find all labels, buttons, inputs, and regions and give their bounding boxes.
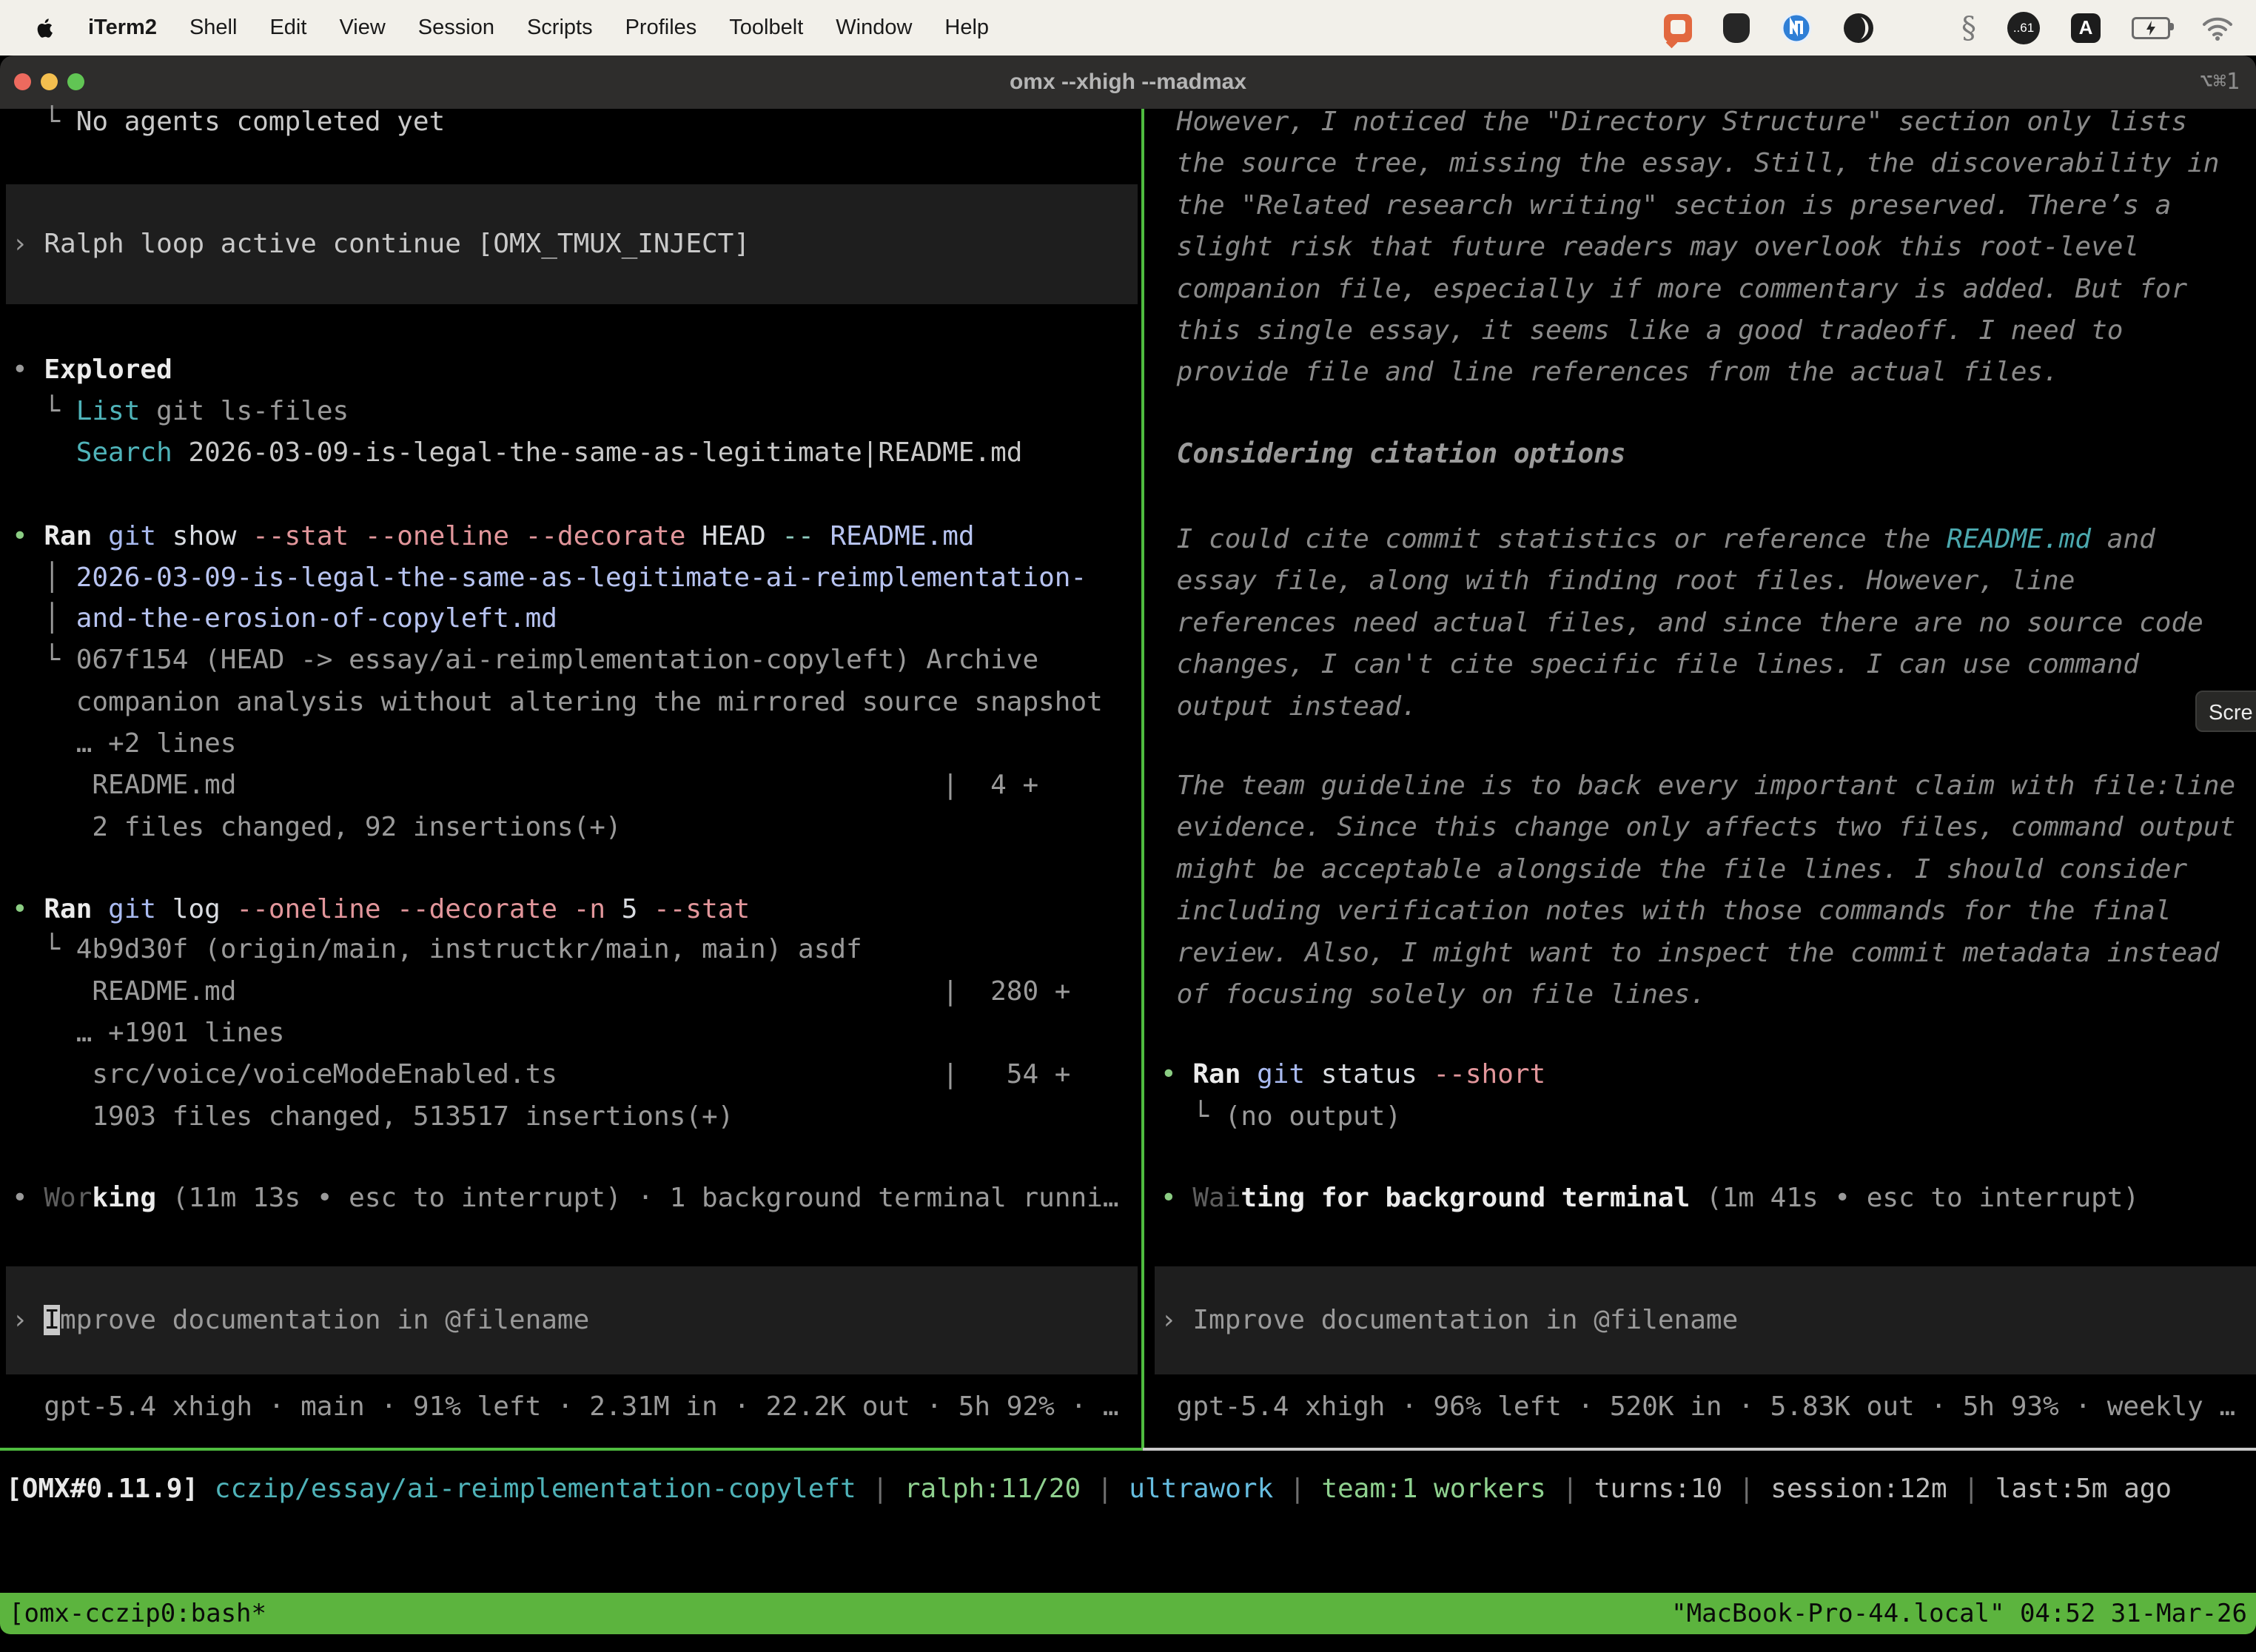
terminal-line: companion analysis without altering the …: [12, 682, 1141, 723]
terminal-line: README.md | 280 +: [12, 971, 1141, 1013]
terminal-line: 1903 files changed, 513517 insertions(+): [12, 1096, 1141, 1138]
terminal-line: might be acceptable alongside the file l…: [1161, 849, 2256, 890]
terminal-line: │ 2026-03-09-is-legal-the-same-as-legiti…: [12, 557, 1141, 599]
terminal-line: slight risk that future readers may over…: [1161, 226, 2256, 268]
terminal-line: └ 4b9d30f (origin/main, instructkr/main,…: [12, 929, 1141, 970]
terminal-line: evidence. Since this change only affects…: [1161, 807, 2256, 848]
terminal-line: references need actual files, and since …: [1161, 602, 2256, 644]
terminal-line: └ No agents completed yet: [12, 101, 1141, 143]
terminal-line: 2 files changed, 92 insertions(+): [12, 807, 1141, 848]
terminal-line: review. Also, I might want to inspect th…: [1161, 933, 2256, 974]
terminal-line: I could cite commit statistics or refere…: [1161, 519, 2256, 560]
terminal-line: essay file, along with finding root file…: [1161, 560, 2256, 602]
terminal-pane-left[interactable]: └ No agents completed yet › Ralph loop ac…: [0, 0, 1141, 1652]
terminal-line: • Waiting for background terminal (1m 41…: [1161, 1178, 2256, 1219]
omx-status-line: [OMX#0.11.9] cczip/essay/ai-reimplementa…: [0, 1468, 2256, 1510]
terminal-line: changes, I can't cite specific file line…: [1161, 644, 2256, 685]
screen-tooltip: Scre: [2195, 691, 2256, 732]
terminal-line: Search 2026-03-09-is-legal-the-same-as-l…: [12, 432, 1141, 474]
terminal-line: • Ran git status --short: [1161, 1054, 2256, 1095]
pane-divider-vertical[interactable]: [1141, 109, 1144, 1448]
tmux-status-bar: [omx-cczip0:bash* "MacBook-Pro-44.local"…: [0, 1593, 2256, 1634]
terminal-line: • Working (11m 13s • esc to interrupt) ·…: [12, 1178, 1141, 1219]
terminal-line: └ (no output): [1161, 1096, 2256, 1138]
terminal-line: output instead.: [1161, 686, 2256, 728]
terminal-line: … +2 lines: [12, 723, 1141, 765]
terminal-line: … +1901 lines: [12, 1013, 1141, 1054]
terminal-line: └ List git ls-files: [12, 391, 1141, 432]
terminal-line: └ 067f154 (HEAD -> essay/ai-reimplementa…: [12, 639, 1141, 681]
pane-border-bottom-left: [0, 1448, 1143, 1451]
terminal-line: the source tree, missing the essay. Stil…: [1161, 143, 2256, 184]
terminal-line: However, I noticed the "Directory Struct…: [1161, 101, 2256, 143]
terminal-line: this single essay, it seems like a good …: [1161, 310, 2256, 352]
terminal-line: gpt-5.4 xhigh · main · 91% left · 2.31M …: [12, 1386, 1141, 1428]
terminal-line: the "Related research writing" section i…: [1161, 185, 2256, 226]
terminal-line: including verification notes with those …: [1161, 890, 2256, 932]
terminal-line: gpt-5.4 xhigh · 96% left · 520K in · 5.8…: [1161, 1386, 2256, 1428]
terminal-line: of focusing solely on file lines.: [1161, 974, 2256, 1015]
terminal-line: README.md | 4 +: [12, 765, 1141, 806]
terminal-line: • Ran git show --stat --oneline --decora…: [12, 516, 1141, 557]
terminal-line: provide file and line references from th…: [1161, 352, 2256, 393]
tmux-window-label[interactable]: [omx-cczip0:bash*: [9, 1593, 266, 1634]
screen: iTerm2 ShellEditViewSessionScriptsProfil…: [0, 0, 2256, 1652]
tmux-host-clock: "MacBook-Pro-44.local" 04:52 31-Mar-26: [1671, 1593, 2247, 1634]
prompt-input[interactable]: › Improve documentation in @filename: [6, 1266, 1138, 1374]
ralph-loop-banner[interactable]: › Ralph loop active continue [OMX_TMUX_I…: [6, 184, 1138, 304]
terminal-pane-right[interactable]: However, I noticed the "Directory Struct…: [1155, 0, 2256, 1652]
pane-border-bottom-right: [1143, 1448, 2256, 1451]
terminal-line: The team guideline is to back every impo…: [1161, 765, 2256, 807]
terminal-line: • Explored: [12, 349, 1141, 391]
terminal-line: src/voice/voiceModeEnabled.ts | 54 +: [12, 1054, 1141, 1095]
terminal-line: Considering citation options: [1161, 434, 2256, 475]
prompt-input[interactable]: › Improve documentation in @filename: [1155, 1266, 2256, 1374]
terminal-line: companion file, especially if more comme…: [1161, 269, 2256, 310]
terminal-line: • Ran git log --oneline --decorate -n 5 …: [12, 889, 1141, 930]
terminal-line: │ and-the-erosion-of-copyleft.md: [12, 598, 1141, 639]
